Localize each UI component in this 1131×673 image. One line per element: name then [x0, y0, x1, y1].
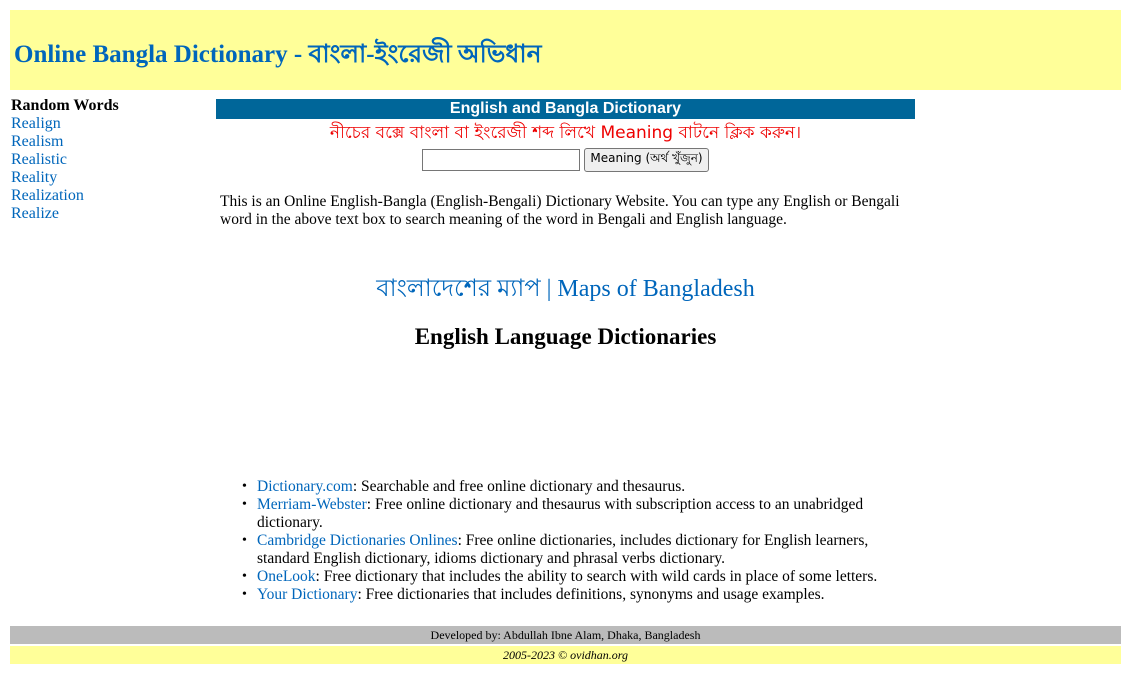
- dictionary-description: : Free dictionary that includes the abil…: [315, 568, 878, 585]
- dictionary-title-bar: English and Bangla Dictionary: [216, 99, 915, 119]
- list-item: • Your Dictionary: Free dictionaries tha…: [242, 586, 917, 604]
- footer-developer: Developed by: Abdullah Ibne Alam, Dhaka,…: [10, 626, 1121, 644]
- dictionary-link[interactable]: Merriam-Webster: [257, 496, 367, 513]
- maps-english-link[interactable]: Maps of Bangladesh: [557, 276, 754, 302]
- list-item: • Dictionary.com: Searchable and free on…: [242, 478, 917, 496]
- random-word-link[interactable]: Realize: [11, 205, 201, 223]
- footer-copyright: 2005-2023 © ovidhan.org: [10, 646, 1121, 664]
- main-content: English and Bangla Dictionary নীচের বক্স…: [216, 99, 915, 351]
- search-form: Meaning (অর্থ খুঁজুন): [216, 148, 915, 172]
- dictionary-link[interactable]: Your Dictionary: [257, 586, 357, 603]
- maps-bangla-link[interactable]: বাংলাদেশের ম্যাপ: [376, 276, 540, 302]
- bullet: •: [242, 479, 247, 494]
- english-dictionaries-heading: English Language Dictionaries: [414, 324, 717, 349]
- meaning-button[interactable]: Meaning (অর্থ খুঁজুন): [584, 148, 709, 172]
- maps-separator: |: [546, 276, 552, 302]
- english-dictionaries-list: • Dictionary.com: Searchable and free on…: [242, 478, 917, 604]
- random-word-link[interactable]: Reality: [11, 169, 201, 187]
- bullet: •: [242, 497, 247, 512]
- random-words-sidebar: Random Words Realign Realism Realistic R…: [11, 97, 201, 223]
- dictionary-description: : Free dictionaries that includes defini…: [357, 586, 825, 603]
- random-word-link[interactable]: Realism: [11, 133, 201, 151]
- list-item: • OneLook: Free dictionary that includes…: [242, 568, 917, 586]
- dictionary-link[interactable]: OneLook: [257, 568, 316, 585]
- list-item: • Merriam-Webster: Free online dictionar…: [242, 496, 917, 532]
- bullet: •: [242, 587, 247, 602]
- dictionary-link[interactable]: Dictionary.com: [257, 478, 353, 495]
- word-search-input[interactable]: [422, 149, 581, 171]
- maps-of-bangladesh: বাংলাদেশের ম্যাপ | Maps of Bangladesh: [216, 275, 915, 303]
- random-words-heading: Random Words: [11, 97, 119, 114]
- site-title-link[interactable]: Online Bangla Dictionary - বাংলা-ইংরেজী …: [14, 34, 542, 77]
- search-instruction: নীচের বক্সে বাংলা বা ইংরেজী শব্দ লিখে Me…: [329, 123, 802, 143]
- bullet: •: [242, 569, 247, 584]
- bullet: •: [242, 533, 247, 548]
- site-header: Online Bangla Dictionary - বাংলা-ইংরেজী …: [10, 10, 1121, 90]
- list-item: • Cambridge Dictionaries Onlines: Free o…: [242, 532, 917, 568]
- dictionary-description: : Searchable and free online dictionary …: [352, 478, 686, 495]
- random-word-link[interactable]: Realign: [11, 115, 201, 133]
- dictionary-link[interactable]: Cambridge Dictionaries Onlines: [257, 532, 458, 549]
- random-word-link[interactable]: Realistic: [11, 151, 201, 169]
- intro-paragraph: This is an Online English-Bangla (Englis…: [220, 193, 900, 228]
- random-word-link[interactable]: Realization: [11, 187, 201, 205]
